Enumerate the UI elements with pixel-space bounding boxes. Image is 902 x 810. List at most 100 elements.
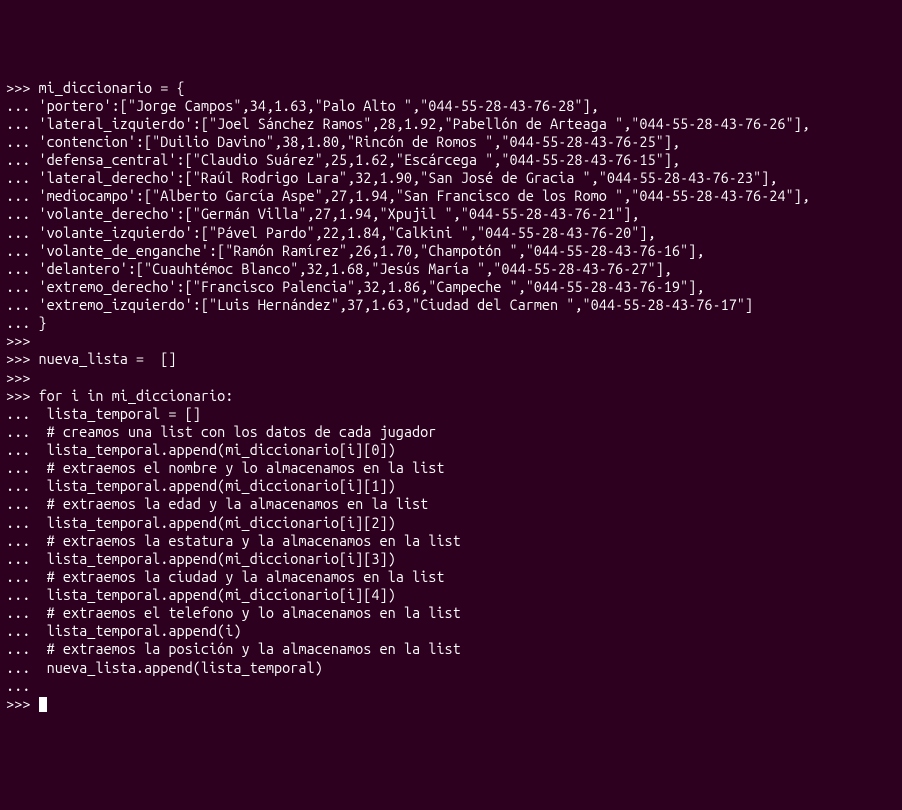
- terminal-line: ... 'contencion':["Duilio Davino",38,1.8…: [6, 133, 896, 151]
- repl-prompt: >>>: [6, 387, 30, 404]
- terminal-line: ... lista_temporal.append(i): [6, 622, 896, 640]
- terminal-line: ... 'volante_derecho':["Germán Villa",27…: [6, 205, 896, 223]
- repl-code: 'extremo_derecho':["Francisco Palencia",…: [30, 278, 704, 295]
- terminal-line: ... 'extremo_izquierdo':["Luis Hernández…: [6, 296, 896, 314]
- repl-code: 'lateral_derecho':["Raúl Rodrigo Lara",3…: [30, 169, 777, 186]
- repl-prompt: ...: [6, 260, 30, 277]
- repl-prompt: ...: [6, 532, 30, 549]
- repl-code: 'portero':["Jorge Campos",34,1.63,"Palo …: [30, 97, 598, 114]
- repl-code: 'volante_izquierdo':["Pável Pardo",22,1.…: [30, 224, 655, 241]
- terminal-line: ... 'mediocampo':["Alberto García Aspe",…: [6, 187, 896, 205]
- terminal-line: ... 'extremo_derecho':["Francisco Palenc…: [6, 278, 896, 296]
- repl-code: # extraemos el nombre y lo almacenamos e…: [30, 459, 444, 476]
- terminal-line: ... # extraemos la estatura y la almacen…: [6, 532, 896, 550]
- repl-prompt: ...: [6, 97, 30, 114]
- terminal-output[interactable]: >>> mi_diccionario = {... 'portero':["Jo…: [6, 79, 896, 713]
- repl-prompt: ...: [6, 568, 30, 585]
- terminal-line: >>>: [6, 695, 896, 713]
- repl-prompt: ...: [6, 459, 30, 476]
- repl-code: lista_temporal = []: [30, 405, 201, 422]
- repl-prompt: ...: [6, 405, 30, 422]
- repl-prompt: ...: [6, 441, 30, 458]
- terminal-line: ... # extraemos el telefono y lo almacen…: [6, 604, 896, 622]
- terminal-line: >>>: [6, 369, 896, 387]
- terminal-line: ... lista_temporal.append(mi_diccionario…: [6, 441, 896, 459]
- repl-prompt: ...: [6, 242, 30, 259]
- repl-prompt: ...: [6, 224, 30, 241]
- terminal-line: ... nueva_lista.append(lista_temporal): [6, 659, 896, 677]
- repl-prompt: ...: [6, 187, 30, 204]
- repl-code: # extraemos el telefono y lo almacenamos…: [30, 604, 460, 621]
- repl-code: 'mediocampo':["Alberto García Aspe",27,1…: [30, 187, 810, 204]
- terminal-line: ... # extraemos la edad y la almacenamos…: [6, 495, 896, 513]
- terminal-line: ... lista_temporal = []: [6, 405, 896, 423]
- repl-code: 'contencion':["Duilio Davino",38,1.80,"R…: [30, 133, 680, 150]
- repl-prompt: ...: [6, 477, 30, 494]
- cursor: [39, 697, 47, 712]
- repl-code: lista_temporal.append(mi_diccionario[i][…: [30, 514, 395, 531]
- repl-code: # extraemos la ciudad y la almacenamos e…: [30, 568, 444, 585]
- repl-prompt: ...: [6, 622, 30, 639]
- terminal-line: ... lista_temporal.append(mi_diccionario…: [6, 514, 896, 532]
- terminal-line: >>> nueva_lista = []: [6, 350, 896, 368]
- repl-prompt: ...: [6, 151, 30, 168]
- repl-prompt: ...: [6, 659, 30, 676]
- repl-code: 'defensa_central':["Claudio Suárez",25,1…: [30, 151, 680, 168]
- terminal-line: ... # creamos una list con los datos de …: [6, 423, 896, 441]
- repl-prompt: >>>: [6, 369, 30, 386]
- repl-code: 'volante_de_enganche':["Ramón Ramírez",2…: [30, 242, 704, 259]
- repl-prompt: ...: [6, 115, 30, 132]
- repl-code: }: [30, 314, 46, 331]
- terminal-line: ... 'delantero':["Cuauhtémoc Blanco",32,…: [6, 260, 896, 278]
- terminal-line: ... lista_temporal.append(mi_diccionario…: [6, 586, 896, 604]
- repl-code: # extraemos la estatura y la almacenamos…: [30, 532, 460, 549]
- repl-prompt: ...: [6, 550, 30, 567]
- repl-prompt: ...: [6, 586, 30, 603]
- terminal-line: ... # extraemos la posición y la almacen…: [6, 640, 896, 658]
- repl-prompt: ...: [6, 640, 30, 657]
- repl-code: 'delantero':["Cuauhtémoc Blanco",32,1.68…: [30, 260, 671, 277]
- repl-prompt: >>>: [6, 79, 30, 96]
- repl-prompt: ...: [6, 495, 30, 512]
- terminal-line: >>> for i in mi_diccionario:: [6, 387, 896, 405]
- repl-code: for i in mi_diccionario:: [30, 387, 233, 404]
- repl-code: lista_temporal.append(i): [30, 622, 241, 639]
- terminal-line: ... # extraemos el nombre y lo almacenam…: [6, 459, 896, 477]
- repl-prompt: >>>: [6, 332, 30, 349]
- terminal-line: ... lista_temporal.append(mi_diccionario…: [6, 550, 896, 568]
- repl-prompt: ...: [6, 278, 30, 295]
- repl-prompt: >>>: [6, 695, 30, 712]
- repl-code: # extraemos la edad y la almacenamos en …: [30, 495, 428, 512]
- repl-prompt: ...: [6, 205, 30, 222]
- repl-prompt: ...: [6, 169, 30, 186]
- repl-code: nueva_lista = []: [30, 350, 176, 367]
- repl-code: lista_temporal.append(mi_diccionario[i][…: [30, 550, 395, 567]
- terminal-line: >>>: [6, 332, 896, 350]
- repl-code: 'extremo_izquierdo':["Luis Hernández",37…: [30, 296, 753, 313]
- repl-prompt: ...: [6, 514, 30, 531]
- repl-code: lista_temporal.append(mi_diccionario[i][…: [30, 586, 395, 603]
- repl-prompt: ...: [6, 677, 30, 694]
- repl-prompt: ...: [6, 296, 30, 313]
- terminal-line: ... 'lateral_izquierdo':["Joel Sánchez R…: [6, 115, 896, 133]
- repl-prompt: ...: [6, 604, 30, 621]
- repl-code: mi_diccionario = {: [30, 79, 184, 96]
- terminal-line: ...: [6, 677, 896, 695]
- repl-prompt: ...: [6, 314, 30, 331]
- repl-code: lista_temporal.append(mi_diccionario[i][…: [30, 441, 395, 458]
- terminal-line: ... }: [6, 314, 896, 332]
- repl-code: [30, 695, 38, 712]
- repl-prompt: ...: [6, 133, 30, 150]
- terminal-line: ... 'defensa_central':["Claudio Suárez",…: [6, 151, 896, 169]
- terminal-line: ... # extraemos la ciudad y la almacenam…: [6, 568, 896, 586]
- terminal-line: ... 'volante_izquierdo':["Pável Pardo",2…: [6, 224, 896, 242]
- repl-code: 'volante_derecho':["Germán Villa",27,1.9…: [30, 205, 639, 222]
- terminal-line: ... lista_temporal.append(mi_diccionario…: [6, 477, 896, 495]
- terminal-line: ... 'lateral_derecho':["Raúl Rodrigo Lar…: [6, 169, 896, 187]
- repl-code: lista_temporal.append(mi_diccionario[i][…: [30, 477, 395, 494]
- repl-code: # creamos una list con los datos de cada…: [30, 423, 436, 440]
- repl-code: # extraemos la posición y la almacenamos…: [30, 640, 460, 657]
- repl-code: nueva_lista.append(lista_temporal): [30, 659, 322, 676]
- repl-prompt: >>>: [6, 350, 30, 367]
- repl-prompt: ...: [6, 423, 30, 440]
